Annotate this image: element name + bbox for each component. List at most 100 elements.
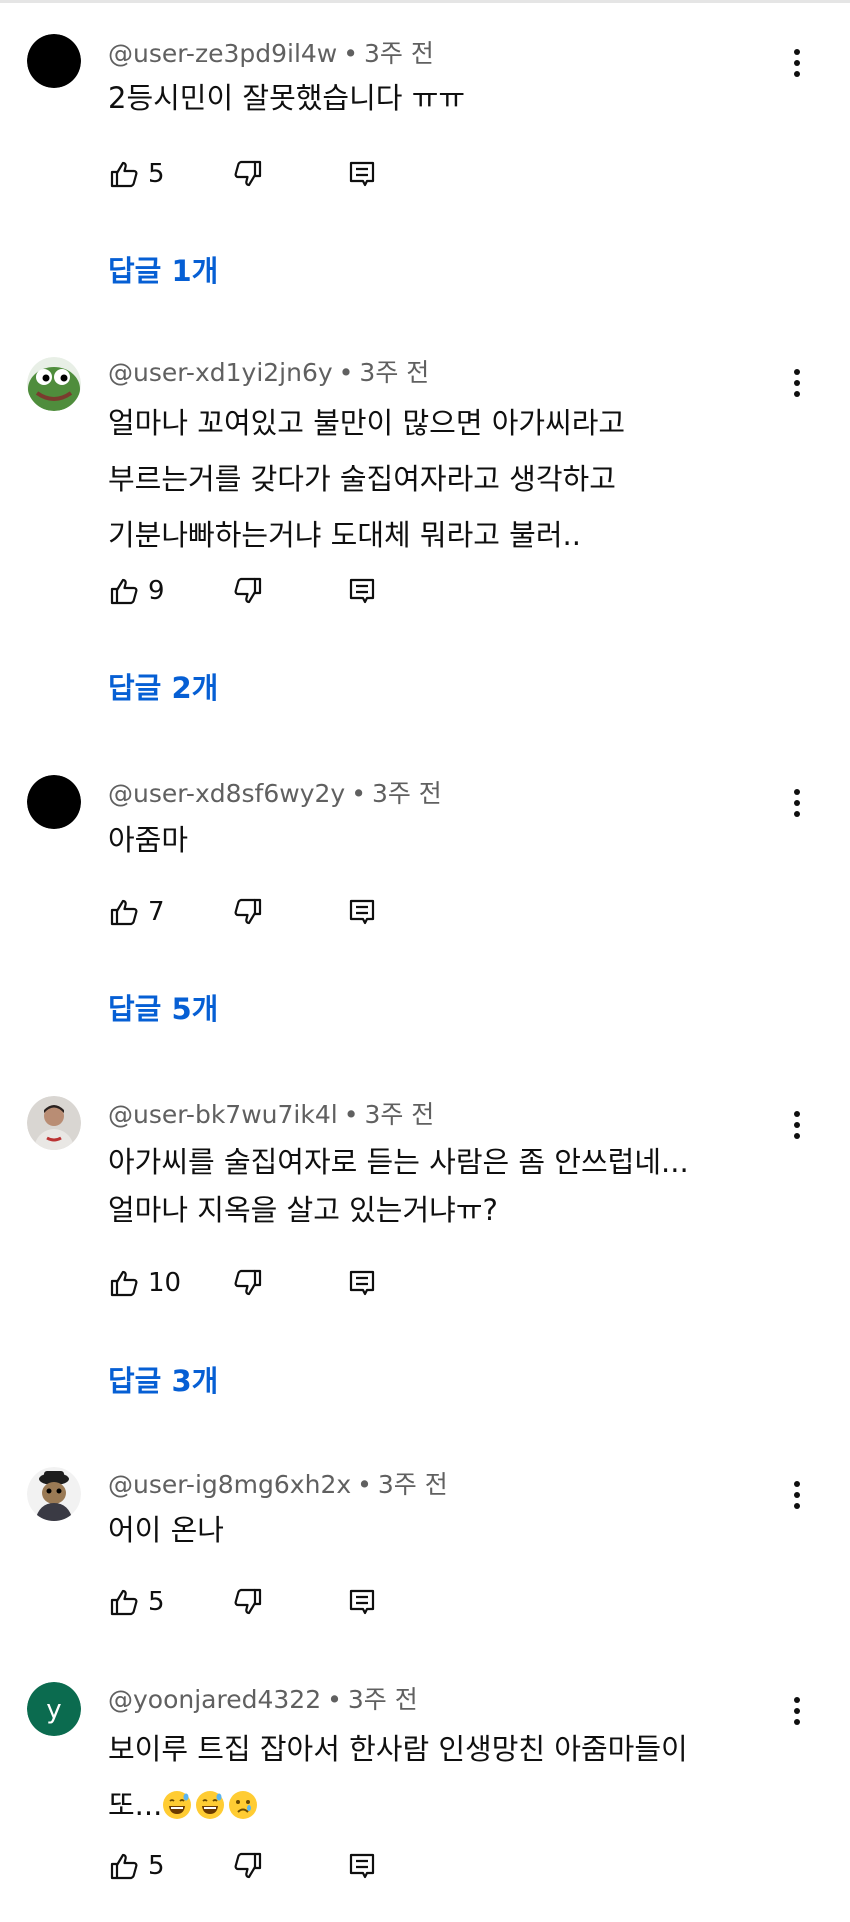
reply-comment-icon [346, 1586, 378, 1618]
avatar[interactable] [27, 34, 81, 88]
more-options-icon[interactable] [782, 1691, 812, 1731]
thumbs-down-icon [232, 575, 264, 607]
view-replies-link[interactable]: 답글 5개 [108, 989, 218, 1029]
like-count: 9 [148, 576, 165, 606]
like-button[interactable]: 9 [108, 574, 165, 608]
thumbs-up-icon [108, 1267, 140, 1299]
more-options-icon[interactable] [782, 363, 812, 403]
comment-actions: 5 [108, 1585, 408, 1619]
comment-line: 어이 온나 [108, 1513, 224, 1547]
comment-actions: 5 [108, 157, 408, 191]
reply-button[interactable] [346, 895, 378, 929]
reply-button[interactable] [346, 574, 378, 608]
more-options-icon[interactable] [782, 1105, 812, 1145]
comment-text: 얼마나 꼬여있고 불만이 많으면 아가씨라고 부르는거를 갖다가 술집여자라고 … [108, 395, 768, 563]
like-button[interactable]: 7 [108, 895, 165, 929]
author-name[interactable]: @user-ze3pd9il4w [108, 39, 337, 68]
comment-meta: @user-xd1yi2jn6y • 3주 전 [108, 356, 429, 390]
comment-meta: @user-ig8mg6xh2x • 3주 전 [108, 1468, 448, 1502]
like-count: 5 [148, 159, 165, 189]
comment-line: 부르는거를 갖다가 술집여자라고 생각하고 [108, 462, 616, 496]
grinning-sweat-emoji [162, 1788, 195, 1822]
more-options-icon[interactable] [782, 1475, 812, 1515]
comment-time: 3주 전 [377, 1470, 448, 1499]
like-count: 10 [148, 1268, 182, 1298]
comment-actions: 5 [108, 1849, 408, 1883]
author-name[interactable]: @user-xd8sf6wy2y [108, 779, 345, 808]
more-options-icon[interactable] [782, 43, 812, 83]
thumbs-down-icon [232, 1586, 264, 1618]
comment-line: 얼마나 지옥을 살고 있는거냐ㅠ? [108, 1193, 498, 1227]
comment-text: 아줌마 [108, 816, 768, 864]
more-options-icon[interactable] [782, 783, 812, 823]
comment-actions: 10 [108, 1266, 408, 1300]
dislike-button[interactable] [232, 1849, 264, 1883]
comment-time: 3주 전 [359, 358, 430, 387]
dislike-button[interactable] [232, 1266, 264, 1300]
reply-comment-icon [346, 1267, 378, 1299]
author-name[interactable]: @user-bk7wu7ik4l [108, 1100, 338, 1129]
thumbs-down-icon [232, 1850, 264, 1882]
comment-text: 아가씨를 술집여자로 듣는 사람은 좀 안쓰럽네... 얼마나 지옥을 살고 있… [108, 1138, 768, 1234]
comment-line: 아가씨를 술집여자로 듣는 사람은 좀 안쓰럽네... [108, 1145, 689, 1179]
reply-button[interactable] [346, 1849, 378, 1883]
reply-comment-icon [346, 575, 378, 607]
thumbs-up-icon [108, 896, 140, 928]
author-name[interactable]: @user-ig8mg6xh2x [108, 1470, 351, 1499]
comment-meta: @yoonjared4322 • 3주 전 [108, 1683, 418, 1717]
comment-line: 아줌마 [108, 823, 189, 857]
comment-actions: 7 [108, 895, 408, 929]
comment-meta: @user-ze3pd9il4w • 3주 전 [108, 37, 434, 71]
avatar[interactable] [27, 775, 81, 829]
reply-button[interactable] [346, 157, 378, 191]
comment-text: 보이루 트집 잡아서 한사람 인생망친 아줌마들이 또... [108, 1721, 768, 1833]
author-name[interactable]: @user-xd1yi2jn6y [108, 358, 333, 387]
comment-time: 3주 전 [371, 779, 442, 808]
thumbs-up-icon [108, 1850, 140, 1882]
thumbs-down-icon [232, 1267, 264, 1299]
comment-time: 3주 전 [347, 1685, 418, 1714]
thumbs-up-icon [108, 575, 140, 607]
thumbs-up-icon [108, 158, 140, 190]
view-replies-link[interactable]: 답글 2개 [108, 668, 218, 708]
comment-text: 2등시민이 잘못했습니다 ㅠㅠ [108, 74, 768, 122]
like-count: 7 [148, 897, 165, 927]
comment-meta: @user-xd8sf6wy2y • 3주 전 [108, 777, 442, 811]
avatar[interactable] [27, 1467, 81, 1521]
separator-dot: • [343, 39, 358, 68]
top-divider [0, 0, 850, 3]
view-replies-link[interactable]: 답글 1개 [108, 251, 218, 291]
reply-comment-icon [346, 158, 378, 190]
comment-line: 2등시민이 잘못했습니다 ㅠㅠ [108, 81, 466, 115]
author-name[interactable]: @yoonjared4322 [108, 1685, 321, 1714]
thumbs-down-icon [232, 896, 264, 928]
view-replies-link[interactable]: 답글 3개 [108, 1361, 218, 1401]
avatar[interactable]: y [27, 1682, 81, 1736]
avatar[interactable] [27, 1096, 81, 1150]
like-count: 5 [148, 1851, 165, 1881]
like-button[interactable]: 5 [108, 157, 165, 191]
grinning-sweat-emoji [195, 1788, 228, 1822]
comment-line: 보이루 트집 잡아서 한사람 인생망친 아줌마들이 [108, 1732, 688, 1766]
like-button[interactable]: 5 [108, 1849, 165, 1883]
dislike-button[interactable] [232, 895, 264, 929]
crying-face-emoji [228, 1788, 261, 1822]
dislike-button[interactable] [232, 1585, 264, 1619]
thumbs-up-icon [108, 1586, 140, 1618]
reply-button[interactable] [346, 1585, 378, 1619]
comment-text: 어이 온나 [108, 1506, 768, 1554]
comment-time: 3주 전 [364, 1100, 435, 1129]
comment-line: 기분나빠하는거냐 도대체 뭐라고 불러.. [108, 518, 581, 552]
separator-dot: • [343, 1100, 359, 1129]
like-button[interactable]: 10 [108, 1266, 181, 1300]
dislike-button[interactable] [232, 157, 264, 191]
avatar-letter: y [46, 1695, 61, 1725]
dislike-button[interactable] [232, 574, 264, 608]
comment-meta: @user-bk7wu7ik4l • 3주 전 [108, 1098, 434, 1132]
like-button[interactable]: 5 [108, 1585, 165, 1619]
reply-button[interactable] [346, 1266, 378, 1300]
like-count: 5 [148, 1587, 165, 1617]
separator-dot: • [351, 779, 366, 808]
thumbs-down-icon [232, 158, 264, 190]
avatar[interactable] [27, 357, 81, 411]
